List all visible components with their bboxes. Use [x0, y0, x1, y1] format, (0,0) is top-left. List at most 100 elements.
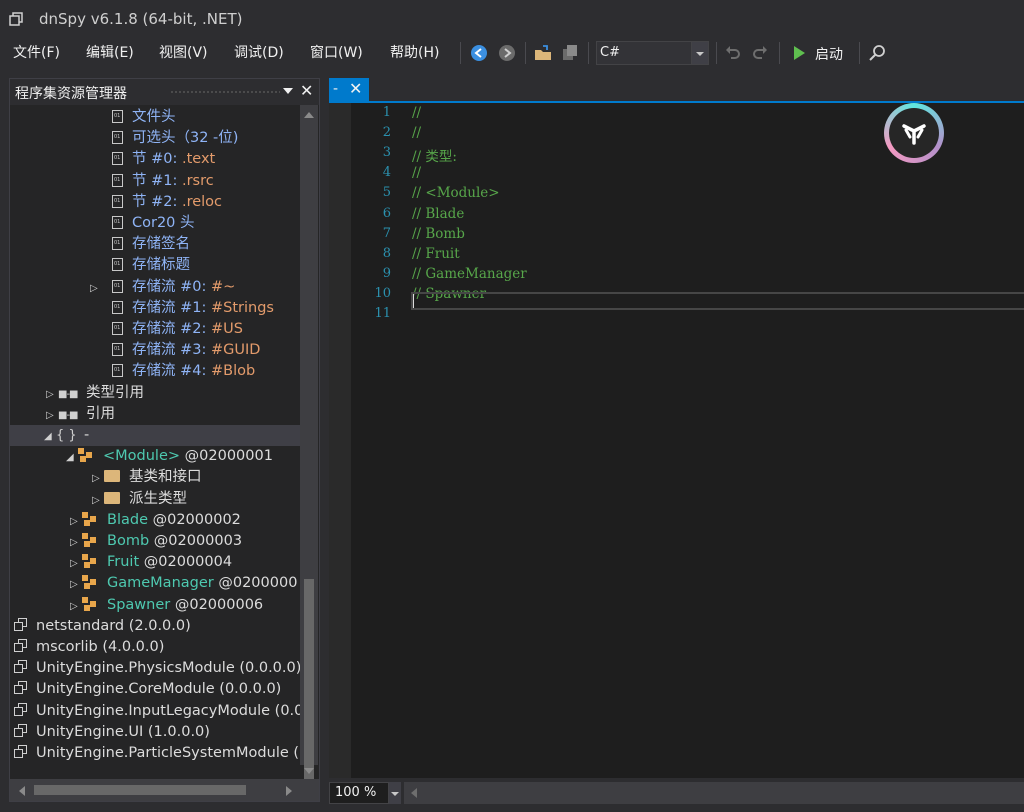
save-all-icon[interactable]	[561, 44, 579, 62]
tree-node[interactable]: ▷ Spawner @02000006	[70, 595, 263, 616]
tree-node[interactable]: 存储流 #4: #Blob	[90, 361, 255, 382]
tree-node[interactable]: 存储流 #2: #US	[90, 319, 243, 340]
tree-node[interactable]: 存储签名	[90, 234, 190, 255]
code-line[interactable]: // Fruit	[412, 246, 460, 262]
code-line[interactable]: // GameManager	[412, 266, 527, 282]
tree-node[interactable]: ▷ 存储流 #0: #~	[90, 277, 235, 298]
collapsed-arrow-icon[interactable]: ▷	[70, 511, 82, 532]
tree-node[interactable]: UnityEngine.PhysicsModule (0.0.0.0)	[14, 658, 301, 679]
tree-node[interactable]: UnityEngine.ParticleSystemModule (	[14, 743, 299, 764]
code-editor[interactable]: 1 // 2 // 3 // 类型: 4 // 5 // <Module> 6 // Blade 7 //…	[329, 103, 1024, 778]
collapsed-arrow-icon[interactable]: ▷	[46, 384, 58, 405]
tree-node[interactable]: ▷ Bomb @02000003	[70, 531, 242, 552]
scroll-left-icon[interactable]	[18, 786, 26, 796]
back-arrow-icon[interactable]	[470, 44, 488, 62]
drag-grip[interactable]	[170, 90, 280, 94]
tree-node-label: #Strings	[210, 299, 274, 316]
code-line[interactable]: // Bomb	[412, 226, 465, 242]
editor-horizontal-scrollbar[interactable]	[404, 782, 1024, 804]
expanded-arrow-icon[interactable]: ◢	[44, 426, 56, 447]
tree-node[interactable]: ◢ <Module> @02000001	[66, 446, 273, 467]
tree-node[interactable]: 文件头	[90, 107, 176, 128]
toolbar-separator	[716, 42, 717, 64]
language-select[interactable]: C#	[596, 41, 709, 65]
close-icon[interactable]: ✕	[300, 81, 313, 100]
undo-icon[interactable]	[724, 44, 742, 62]
scroll-right-icon[interactable]	[285, 786, 293, 796]
start-button[interactable]: 启动	[815, 44, 843, 64]
tree-node[interactable]: UnityEngine.UI (1.0.0.0)	[14, 722, 210, 743]
tree-node[interactable]: ▷ GameManager @0200000	[70, 573, 297, 594]
tree-node[interactable]: mscorlib (4.0.0.0)	[14, 637, 164, 658]
window-title: dnSpy v6.1.8 (64-bit, .NET)	[39, 10, 243, 28]
code-line[interactable]: // Blade	[412, 206, 464, 222]
chevron-down-icon[interactable]	[283, 88, 293, 94]
tree-node[interactable]: netstandard (2.0.0.0)	[14, 616, 191, 637]
binary-file-icon	[112, 279, 123, 293]
collapsed-arrow-icon[interactable]: ▷	[92, 468, 104, 489]
code-line[interactable]: //	[412, 125, 421, 141]
tree-node[interactable]: 节 #1: .rsrc	[90, 171, 214, 192]
scroll-down-icon[interactable]	[304, 767, 314, 775]
tree-node-label: Spawner	[107, 596, 171, 613]
tree-node[interactable]: 存储流 #1: #Strings	[90, 298, 274, 319]
menu-window[interactable]: 窗口(W)	[310, 42, 363, 62]
tree-node[interactable]: ▷ Fruit @02000004	[70, 552, 232, 573]
menu-edit[interactable]: 编辑(E)	[86, 42, 134, 62]
menu-help[interactable]: 帮助(H)	[390, 42, 439, 62]
chevron-down-icon[interactable]	[691, 42, 708, 64]
menu-file[interactable]: 文件(F)	[13, 42, 60, 62]
collapsed-arrow-icon[interactable]: ▷	[70, 596, 82, 617]
tab-document[interactable]: - ✕	[329, 78, 369, 103]
tree-node-label: UnityEngine.CoreModule (0.0.0.0)	[36, 681, 282, 698]
assembly-icon	[14, 702, 28, 716]
code-line[interactable]: // <Module>	[412, 185, 500, 201]
tree-node[interactable]: ▷ ■-■ 引用	[46, 404, 115, 425]
forward-arrow-icon[interactable]	[498, 44, 516, 62]
menu-view[interactable]: 视图(V)	[159, 42, 208, 62]
tree-node-label: @02000006	[170, 596, 264, 613]
menu-debug[interactable]: 调试(D)	[234, 42, 284, 62]
tree-node[interactable]: UnityEngine.InputLegacyModule (0.0	[14, 701, 303, 722]
expanded-arrow-icon[interactable]: ◢	[66, 447, 78, 468]
tree-node[interactable]: 节 #0: .text	[90, 149, 215, 170]
tree-node[interactable]: 存储标题	[90, 255, 190, 276]
tree-node[interactable]: ▷ ■-■ 类型引用	[46, 383, 144, 404]
collapsed-arrow-icon[interactable]: ▷	[46, 405, 58, 426]
editor-margin	[329, 103, 351, 778]
collapsed-arrow-icon[interactable]: ▷	[90, 278, 112, 299]
tree-node-label: 存储流 #3:	[132, 342, 211, 359]
tree-node[interactable]: 可选头（32 -位)	[90, 128, 238, 149]
tree-node[interactable]: ◢{ } -	[10, 425, 300, 446]
code-line[interactable]: //	[412, 105, 421, 121]
binary-file-icon	[112, 258, 123, 272]
tree-node-label: Cor20 头	[132, 215, 195, 231]
tree-node[interactable]: Cor20 头	[90, 213, 195, 234]
chevron-down-icon[interactable]	[389, 782, 401, 804]
redo-icon[interactable]	[751, 44, 769, 62]
collapsed-arrow-icon[interactable]: ▷	[70, 553, 82, 574]
search-icon[interactable]	[869, 44, 887, 62]
floating-assistant-logo[interactable]	[884, 103, 944, 163]
code-line[interactable]: //	[412, 165, 421, 181]
horizontal-scrollbar-thumb[interactable]	[34, 785, 246, 795]
collapsed-arrow-icon[interactable]: ▷	[92, 490, 104, 511]
code-line[interactable]: // 类型:	[412, 145, 457, 165]
scroll-left-icon[interactable]	[410, 788, 418, 798]
zoom-field[interactable]: 100 %	[329, 782, 389, 804]
assembly-explorer-panel: 程序集资源管理器 ✕ 文件头可选头（32 -位)节 #0: .text节 #1:…	[9, 78, 320, 802]
tree-node[interactable]: UnityEngine.CoreModule (0.0.0.0)	[14, 679, 281, 700]
tree-node[interactable]: ▷ Blade @02000002	[70, 510, 241, 531]
tree-node[interactable]: ▷ 派生类型	[92, 489, 187, 510]
binary-file-icon	[112, 237, 123, 251]
scroll-up-icon[interactable]	[304, 111, 314, 119]
play-icon[interactable]	[790, 44, 808, 62]
open-folder-icon[interactable]	[534, 44, 552, 62]
tree-node[interactable]: 存储流 #3: #GUID	[90, 340, 260, 361]
close-icon[interactable]: ✕	[349, 79, 362, 98]
tree-node-label: @0200000	[213, 575, 298, 592]
tree-node[interactable]: ▷ 基类和接口	[92, 467, 202, 488]
tree-node[interactable]: 节 #2: .reloc	[90, 192, 222, 213]
collapsed-arrow-icon[interactable]: ▷	[70, 532, 82, 553]
collapsed-arrow-icon[interactable]: ▷	[70, 574, 82, 595]
